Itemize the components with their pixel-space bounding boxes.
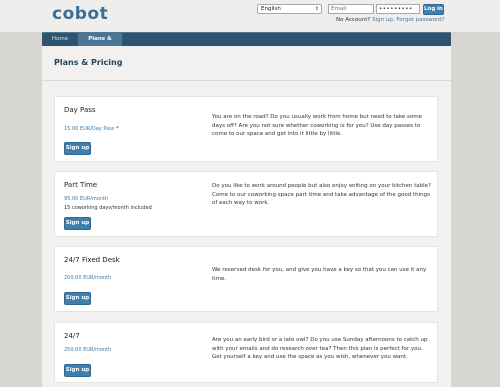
cobot-logo[interactable]: cobot [52,4,108,24]
signup-button-fixed-desk[interactable]: Sign up [64,292,91,305]
plan-card-24-7: 24/7 250.00 EUR/month Are you an early b… [54,322,438,383]
signup-button-24-7[interactable]: Sign up [64,364,91,377]
plan-price: 200.00 EUR/month [64,275,112,281]
signup-link[interactable]: Sign up. [372,17,394,23]
plan-description: You are on the road? Do you usually work… [212,114,422,137]
signup-button-part-time[interactable]: Sign up [64,217,91,230]
plan-card-part-time: Part Time 95.00 EUR/month 15 coworking d… [54,171,438,237]
no-account-text: No Account? [336,17,371,23]
plan-name: Day Pass [64,106,96,114]
plan-name: 24/7 Fixed Desk [64,256,120,264]
chevron-updown-icon: ⇕ [314,6,319,12]
plan-name: 24/7 [64,332,80,340]
plan-included-days: 15 coworking days/month included [64,205,152,211]
plan-price-value: 15.00 EUR/Day Pass [64,126,115,132]
signup-button-day-pass[interactable]: Sign up [64,142,91,155]
tab-plans-pricing[interactable]: Plans & Pricing [78,33,122,55]
plan-name: Part Time [64,181,98,189]
plan-card-fixed-desk: 24/7 Fixed Desk 200.00 EUR/month We rese… [54,246,438,312]
top-bar: cobot English ⇕ Log in No Account? Sign … [0,0,500,32]
plan-card-day-pass: Day Pass 15.00 EUR/Day Pass * You are on… [54,96,438,162]
forgot-password-link[interactable]: Forgot password? [396,17,444,23]
divider [42,80,451,81]
language-select[interactable]: English ⇕ [257,4,322,14]
plan-description: Are you an early bird or a late owl? Do … [212,337,428,360]
email-field[interactable] [328,4,374,14]
plan-price: 15.00 EUR/Day Pass * [64,126,119,132]
price-asterisk: * [116,126,119,132]
login-button[interactable]: Log in [423,4,444,15]
plan-description: Do you like to work around people but al… [212,183,431,206]
main-nav: Home Plans & Pricing [42,32,451,55]
password-field[interactable] [376,4,420,14]
language-select-value: English [261,6,281,12]
plan-description: We reserved desk for you, and give you h… [212,267,427,282]
plan-price: 250.00 EUR/month [64,347,112,353]
tab-home[interactable]: Home [42,33,78,46]
account-links: No Account? Sign up. Forgot password? [336,17,448,23]
page-title: Plans & Pricing [54,58,123,67]
plan-price: 95.00 EUR/month [64,196,109,202]
content-panel: Plans & Pricing Day Pass 15.00 EUR/Day P… [42,46,451,387]
